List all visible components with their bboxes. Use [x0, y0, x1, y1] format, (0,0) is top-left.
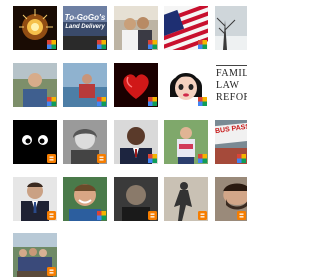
cartoon-eyes-avatar[interactable]	[13, 120, 57, 164]
couple-photo-avatar[interactable]	[114, 6, 158, 50]
blogger-badge-icon	[47, 211, 56, 220]
divider	[216, 65, 247, 66]
man-dark-avatar[interactable]	[114, 177, 158, 221]
to-gogo-title: To-GoGo's	[64, 13, 106, 22]
man-suit-avatar[interactable]	[114, 120, 158, 164]
cartoon-girl-avatar[interactable]	[164, 63, 208, 107]
bus-sign-avatar[interactable]: BUS PASS	[215, 120, 247, 164]
google-plus-badge-icon	[148, 97, 157, 106]
line-2: LAW	[216, 80, 240, 91]
man-tie-avatar[interactable]	[13, 177, 57, 221]
man-outdoors-avatar[interactable]	[13, 63, 57, 107]
american-flag-avatar[interactable]	[164, 6, 208, 50]
google-plus-badge-icon	[97, 40, 106, 49]
google-plus-badge-icon	[198, 154, 207, 163]
google-plus-badge-icon	[47, 40, 56, 49]
google-plus-badge-icon	[148, 154, 157, 163]
family-law-reform-text: FAMIL LAW REFOR	[216, 68, 247, 104]
blogger-badge-icon	[47, 267, 56, 276]
blogger-badge-icon	[148, 211, 157, 220]
blogger-badge-icon	[47, 154, 56, 163]
red-heart-avatar[interactable]	[114, 63, 158, 107]
woman-bw-avatar[interactable]	[63, 120, 107, 164]
google-plus-badge-icon	[47, 97, 56, 106]
family-law-reform-avatar[interactable]: FAMIL LAW REFOR	[215, 63, 247, 107]
to-gogo-subtitle: Land Delivery	[65, 24, 105, 30]
line-1: FAMIL	[216, 68, 247, 79]
blogger-badge-icon	[237, 211, 246, 220]
man-smiling-avatar[interactable]	[63, 177, 107, 221]
blogger-badge-icon	[97, 154, 106, 163]
group-photo-avatar[interactable]	[13, 233, 57, 277]
google-plus-badge-icon	[237, 154, 246, 163]
man-beard-avatar[interactable]	[215, 177, 247, 221]
man-by-lake-avatar[interactable]	[63, 63, 107, 107]
line-3: REFOR	[216, 92, 247, 103]
woman-tshirt-avatar[interactable]	[164, 120, 208, 164]
google-plus-badge-icon	[198, 40, 207, 49]
winter-tree-avatar[interactable]	[215, 6, 247, 50]
google-plus-badge-icon	[97, 97, 106, 106]
blogger-badge-icon	[198, 211, 207, 220]
google-plus-badge-icon	[148, 40, 157, 49]
google-plus-badge-icon	[97, 211, 106, 220]
google-plus-badge-icon	[198, 97, 207, 106]
fireworks-avatar[interactable]	[13, 6, 57, 50]
followers-grid: To-GoGo's Land Delivery FAMIL LAW REFO B…	[0, 0, 247, 277]
shadow-avatar[interactable]	[164, 177, 208, 221]
to-gogo-avatar[interactable]: To-GoGo's Land Delivery	[63, 6, 107, 50]
